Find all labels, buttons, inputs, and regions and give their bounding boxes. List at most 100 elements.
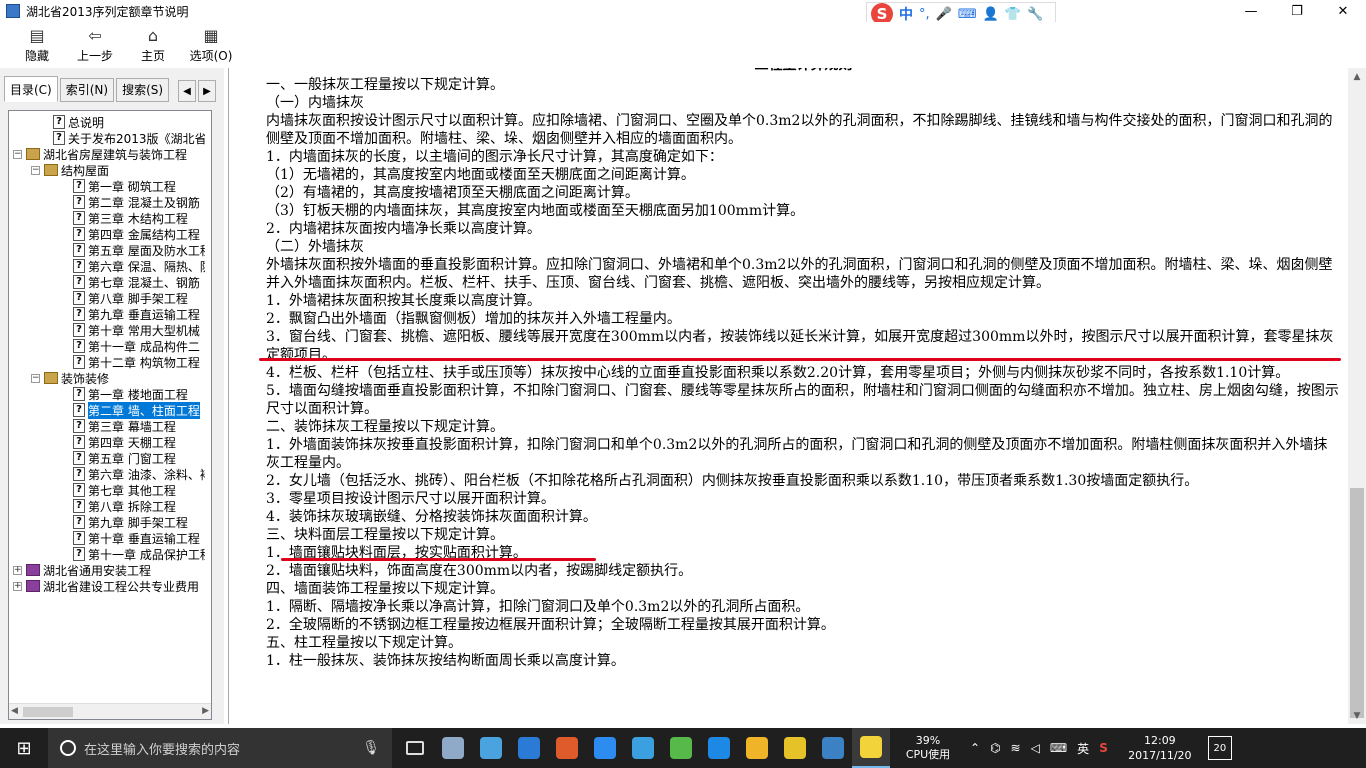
scroll-down-icon[interactable]: ▼ bbox=[1348, 707, 1366, 724]
tree-item[interactable]: ? 第一章 楼地面工程 bbox=[9, 386, 205, 402]
sogou-browser-icon[interactable] bbox=[624, 728, 662, 768]
tree-item[interactable]: ? 第二章 混凝土及钢筋 bbox=[9, 194, 205, 210]
settings-wrench-icon[interactable]: 🔧 bbox=[1027, 7, 1043, 22]
tray-chevron-icon[interactable]: ⌃ bbox=[970, 741, 980, 755]
notes-app-icon[interactable] bbox=[738, 728, 776, 768]
ime-language-indicator[interactable]: 英 bbox=[1077, 740, 1089, 757]
document-paragraph: 2．飘窗凸出外墙面（指飘窗侧板）增加的抹灰并入外墙工程量内。 bbox=[266, 311, 681, 327]
tree-item[interactable]: ? 第十章 垂直运输工程 bbox=[9, 530, 205, 546]
expand-icon[interactable]: + bbox=[13, 581, 22, 591]
tree-item[interactable]: ? 第六章 油漆、涂料、裱 bbox=[9, 466, 205, 482]
collapse-icon[interactable]: − bbox=[31, 165, 40, 175]
microphone-icon[interactable]: 🎙 bbox=[362, 740, 380, 756]
minimize-button[interactable]: — bbox=[1228, 0, 1274, 22]
tree-item[interactable]: ? 第七章 其他工程 bbox=[9, 482, 205, 498]
book-icon bbox=[44, 372, 58, 384]
tree-item[interactable]: ? 第四章 金属结构工程 bbox=[9, 226, 205, 242]
cpu-usage-widget[interactable]: 39% CPU使用 bbox=[896, 734, 960, 762]
collapse-icon[interactable]: − bbox=[31, 373, 40, 383]
collapse-icon[interactable]: − bbox=[13, 149, 22, 159]
scroll-left-icon[interactable]: ◀ bbox=[11, 706, 18, 716]
tree-item[interactable]: ? 第八章 脚手架工程 bbox=[9, 290, 205, 306]
tree-item[interactable]: ?关于发布2013版《湖北省房屋 bbox=[9, 130, 205, 146]
tree-item[interactable]: ? 第九章 脚手架工程 bbox=[9, 514, 205, 530]
tree-item[interactable]: ? 第十章 常用大型机械 bbox=[9, 322, 205, 338]
keyboard-icon[interactable]: ⌨ bbox=[958, 7, 977, 22]
help-page-icon: ? bbox=[73, 195, 85, 209]
tree-item-label: 第七章 混凝土、钢筋 bbox=[88, 275, 200, 290]
tree-item[interactable]: ? 第六章 保温、隔热、防 bbox=[9, 258, 205, 274]
tab-scroll-left-icon[interactable]: ◀ bbox=[178, 80, 196, 102]
tab-index[interactable]: 索引(N) bbox=[59, 78, 115, 102]
ime-language-toggle[interactable]: 中 bbox=[899, 4, 913, 24]
voice-icon[interactable]: 🎤 bbox=[936, 7, 952, 22]
tree-item-label: 第九章 垂直运输工程 bbox=[88, 307, 200, 322]
tree-item[interactable]: ? 第五章 屋面及防水工程 bbox=[9, 242, 205, 258]
green-app-icon[interactable] bbox=[662, 728, 700, 768]
document-vertical-scrollbar[interactable]: ▲ ▼ bbox=[1348, 68, 1366, 724]
windows-start-button[interactable]: ⊞ bbox=[0, 728, 48, 768]
touch-keyboard-icon[interactable]: ⌨ bbox=[1050, 741, 1067, 755]
tree-item[interactable]: ? 第五章 门窗工程 bbox=[9, 450, 205, 466]
plus-app-icon[interactable] bbox=[700, 728, 738, 768]
help-viewer-icon[interactable] bbox=[852, 728, 890, 768]
back-button[interactable]: ⇦ 上一步 bbox=[66, 22, 124, 66]
tree-hscroll-thumb[interactable] bbox=[23, 707, 73, 717]
close-button[interactable]: ✕ bbox=[1320, 0, 1366, 22]
tab-scroll-right-icon[interactable]: ▶ bbox=[198, 80, 216, 102]
tree-item[interactable]: ? 第十一章 成品构件二 bbox=[9, 338, 205, 354]
home-icon: ⌂ bbox=[147, 26, 159, 45]
user-icon[interactable]: 👤 bbox=[983, 7, 999, 22]
edge-icon[interactable] bbox=[510, 728, 548, 768]
skin-icon[interactable]: 👕 bbox=[1005, 7, 1021, 22]
taskbar-search-box[interactable]: 在这里输入你要搜索的内容 🎙 bbox=[48, 728, 392, 768]
restore-button[interactable]: ❐ bbox=[1274, 0, 1320, 22]
tree-item[interactable]: ? 第九章 垂直运输工程 bbox=[9, 306, 205, 322]
tree-item[interactable]: − 湖北省房屋建筑与装饰工程 bbox=[9, 146, 205, 162]
scroll-right-icon[interactable]: ▶ bbox=[202, 706, 209, 716]
scroll-up-icon[interactable]: ▲ bbox=[1348, 68, 1366, 85]
tablet-app-icon[interactable] bbox=[776, 728, 814, 768]
tree-item[interactable]: ? 第八章 拆除工程 bbox=[9, 498, 205, 514]
edge-like-app-icon[interactable] bbox=[472, 728, 510, 768]
tree-item[interactable]: ? 第三章 木结构工程 bbox=[9, 210, 205, 226]
red-annotation-line-2 bbox=[281, 558, 596, 561]
network-icon[interactable]: ⌬ bbox=[990, 741, 1000, 755]
sogou-tray-icon[interactable]: S bbox=[1099, 741, 1108, 755]
tree-item[interactable]: ? 第三章 幕墙工程 bbox=[9, 418, 205, 434]
pinwheel-app-icon[interactable] bbox=[434, 728, 472, 768]
tree-item[interactable]: ? 第十二章 构筑物工程 bbox=[9, 354, 205, 370]
tree-item[interactable]: + 湖北省建设工程公共专业费用 bbox=[9, 578, 205, 594]
tree-item[interactable]: ? 总说明 bbox=[9, 114, 205, 130]
task-view-icon[interactable] bbox=[396, 728, 434, 768]
store-icon[interactable] bbox=[548, 728, 586, 768]
clock[interactable]: 12:09 2017/11/20 bbox=[1120, 733, 1200, 763]
expand-icon[interactable]: + bbox=[13, 565, 22, 575]
tree-item[interactable]: ? 第七章 混凝土、钢筋 bbox=[9, 274, 205, 290]
tree-item[interactable]: − 结构屋面 bbox=[9, 162, 205, 178]
tree-item[interactable]: − 装饰装修 bbox=[9, 370, 205, 386]
monitor-app-icon[interactable] bbox=[814, 728, 852, 768]
notification-center-button[interactable]: 20 bbox=[1207, 736, 1232, 760]
document-scroll-thumb[interactable] bbox=[1350, 488, 1364, 718]
tree-item-label: 第十一章 成品保护工程 bbox=[88, 547, 205, 562]
tree-item[interactable]: ? 第十一章 成品保护工程 bbox=[9, 546, 205, 562]
document-paragraph: （1）无墙裙的，其高度按室内地面或楼面至天棚底面之间距离计算。 bbox=[266, 167, 695, 183]
options-button[interactable]: ▦ 选项(O) bbox=[182, 22, 240, 66]
ie-icon[interactable] bbox=[586, 728, 624, 768]
tree-horizontal-scrollbar[interactable]: ◀ ▶ bbox=[9, 703, 211, 719]
tree-item[interactable]: ? 第一章 砌筑工程 bbox=[9, 178, 205, 194]
punctuation-icon[interactable]: °, bbox=[919, 7, 930, 22]
tree-item-label: 第十章 常用大型机械 bbox=[88, 323, 200, 338]
tree-item[interactable]: ? 第二章 墙、柱面工程 bbox=[9, 401, 205, 419]
wifi-icon[interactable]: ≋ bbox=[1011, 741, 1021, 755]
volume-icon[interactable]: ◁ bbox=[1031, 741, 1040, 755]
hide-button[interactable]: ▤ 隐藏 bbox=[8, 22, 66, 66]
tab-contents[interactable]: 目录(C) bbox=[4, 76, 58, 102]
tree-item-label: 第十二章 构筑物工程 bbox=[88, 355, 200, 370]
contents-tree: ?总说明?关于发布2013版《湖北省房屋−湖北省房屋建筑与装饰工程−结构屋面?第… bbox=[8, 110, 212, 720]
tree-item[interactable]: + 湖北省通用安装工程 bbox=[9, 562, 205, 578]
home-button[interactable]: ⌂ 主页 bbox=[124, 22, 182, 66]
tree-item[interactable]: ? 第四章 天棚工程 bbox=[9, 434, 205, 450]
tab-search[interactable]: 搜索(S) bbox=[116, 78, 170, 102]
